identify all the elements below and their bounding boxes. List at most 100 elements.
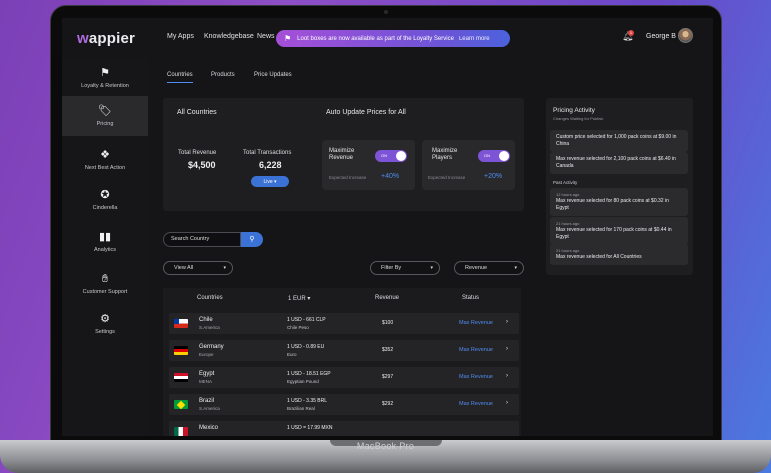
column-header-eur[interactable]: 1 EUR ▾ bbox=[288, 295, 310, 302]
column-header-status[interactable]: Status bbox=[462, 295, 479, 301]
pending-activity-item[interactable]: Custom price selected for 1,000 pack coi… bbox=[550, 130, 688, 152]
app-logo[interactable]: wappier bbox=[77, 30, 135, 47]
total-transactions-value: 6,228 bbox=[259, 160, 282, 170]
germany-flag-icon bbox=[174, 346, 188, 355]
maximize-players-toggle[interactable]: ON bbox=[478, 150, 510, 162]
currency-name: Egyptian Pound bbox=[287, 379, 319, 384]
sidebar-item-label: Pricing bbox=[96, 121, 114, 127]
chevron-right-icon[interactable]: › bbox=[506, 400, 508, 406]
exchange-rate: 1 USD - 18.51 EGP bbox=[287, 371, 331, 377]
status-link[interactable]: Max Revenue bbox=[459, 374, 493, 380]
network-icon: ❖ bbox=[100, 149, 110, 161]
country-name: Germany bbox=[199, 344, 224, 350]
chevron-down-icon: ▾ bbox=[430, 265, 433, 271]
table-row[interactable]: Egypt MENA 1 USD - 18.51 EGP Egyptian Po… bbox=[169, 367, 519, 388]
tab-countries[interactable]: Countries bbox=[167, 72, 193, 78]
auto-update-title: Auto Update Prices for All bbox=[326, 109, 406, 116]
past-activity-title: Past Activity bbox=[553, 180, 578, 185]
total-revenue-label: Total Revenue bbox=[178, 150, 217, 156]
active-tab-indicator bbox=[167, 82, 193, 83]
camera-dot bbox=[384, 10, 388, 14]
nav-my-apps[interactable]: My Apps bbox=[167, 33, 194, 40]
pending-activity-item[interactable]: Max revenue selected for 2,100 pack coin… bbox=[550, 152, 688, 174]
sidebar-item-label: Settings bbox=[95, 329, 115, 335]
sidebar-item-label: Analytics bbox=[93, 247, 116, 253]
country-region: MENA bbox=[199, 379, 213, 384]
avatar[interactable] bbox=[678, 28, 693, 43]
mexico-flag-icon bbox=[174, 427, 188, 436]
user-name[interactable]: George B bbox=[646, 33, 676, 40]
country-name: Mexico bbox=[199, 425, 219, 431]
gear-icon: ⚙︎ bbox=[100, 313, 110, 325]
column-header-countries[interactable]: Countries bbox=[197, 295, 223, 301]
activity-title: Pricing Activity bbox=[553, 107, 595, 114]
table-row[interactable]: Germany Europe 1 USD - 0.89 EU Euro $352… bbox=[169, 340, 519, 361]
maximize-revenue-toggle[interactable]: ON bbox=[375, 150, 407, 162]
sidebar-item-loyalty[interactable]: ⚑ Loyalty & Retention bbox=[62, 58, 148, 98]
exchange-rate: 1 USD - 0.89 EU bbox=[287, 344, 325, 350]
maximize-revenue-label: Maximize Revenue bbox=[329, 148, 355, 161]
sidebar-item-next-best-action[interactable]: ❖ Next Best Action bbox=[62, 140, 148, 180]
table-row[interactable]: Chile S.America 1 USD - 661 CLP Chile Pe… bbox=[169, 313, 519, 334]
tag-icon: 🏷︎ bbox=[98, 105, 112, 117]
chevron-right-icon[interactable]: › bbox=[506, 319, 508, 325]
revenue-value: $352 bbox=[382, 347, 394, 353]
status-link[interactable]: Max Revenue bbox=[459, 320, 493, 326]
filter-by-dropdown[interactable]: Filter By ▾ bbox=[370, 261, 440, 275]
currency-name: Chile Peso bbox=[287, 325, 309, 330]
sidebar-item-settings[interactable]: ⚙︎ Settings bbox=[62, 304, 148, 344]
past-activity-item[interactable]: 21 hours ago Max revenue selected for 17… bbox=[550, 217, 688, 245]
past-activity-item[interactable]: 12 hours ago Max revenue selected for 80… bbox=[550, 188, 688, 216]
summary-panel: All Countries Auto Update Prices for All… bbox=[163, 98, 524, 211]
currency-name: Brazilian Real bbox=[287, 406, 315, 411]
crown-icon: ✪ bbox=[100, 189, 110, 201]
total-revenue-value: $4,500 bbox=[188, 160, 216, 170]
currency-name: Euro bbox=[287, 352, 297, 357]
exchange-rate: 1 USD - 3.35 BRL bbox=[287, 398, 328, 404]
country-region: Europe bbox=[199, 352, 214, 357]
sidebar-item-label: Next Best Action bbox=[84, 165, 126, 171]
tab-products[interactable]: Products bbox=[211, 72, 235, 78]
tab-price-updates[interactable]: Price Updates bbox=[254, 72, 292, 78]
revenue-value: $297 bbox=[382, 374, 394, 380]
view-all-dropdown[interactable]: View All ▾ bbox=[163, 261, 233, 275]
expected-players-value: +20% bbox=[484, 173, 503, 180]
chile-flag-icon bbox=[174, 319, 188, 328]
sort-dropdown[interactable]: Revenue ▾ bbox=[454, 261, 524, 275]
expected-revenue-value: +40% bbox=[381, 173, 400, 180]
chevron-down-icon: ▾ bbox=[223, 265, 226, 271]
promo-banner[interactable]: ⚑ Loot boxes are now available as part o… bbox=[276, 30, 510, 47]
maximize-revenue-card: Maximize Revenue ON Expected Increase +4… bbox=[322, 140, 415, 190]
country-region: S.America bbox=[199, 406, 220, 411]
sidebar-item-label: Customer Support bbox=[82, 289, 128, 295]
past-activity-item[interactable]: 21 hours ago Max revenue selected for Al… bbox=[550, 244, 688, 265]
expected-increase-label: Expected Increase bbox=[428, 175, 466, 180]
revenue-value: $292 bbox=[382, 401, 394, 407]
sidebar-item-cinderella[interactable]: ✪ Cinderella bbox=[62, 180, 148, 220]
sidebar-item-customer-support[interactable]: ✋︎ Customer Support bbox=[62, 264, 148, 304]
search-icon[interactable]: ⚲ bbox=[241, 232, 263, 247]
top-bar: wappier My Apps Knowledgebase News ⚑ Loo… bbox=[62, 18, 713, 58]
country-name: Chile bbox=[199, 317, 213, 323]
table-row[interactable]: Mexico 1 USD = 17.99 MXN bbox=[169, 421, 519, 436]
flag-icon: ⚑ bbox=[284, 34, 292, 43]
nav-knowledgebase[interactable]: Knowledgebase bbox=[204, 33, 254, 40]
total-transactions-label: Total Transactions bbox=[243, 150, 292, 156]
app-screen: wappier My Apps Knowledgebase News ⚑ Loo… bbox=[62, 18, 713, 436]
sidebar-item-label: Loyalty & Retention bbox=[81, 83, 129, 89]
table-row[interactable]: Brazil S.America 1 USD - 3.35 BRL Brazil… bbox=[169, 394, 519, 415]
chevron-right-icon[interactable]: › bbox=[506, 373, 508, 379]
sidebar-item-pricing[interactable]: 🏷︎ Pricing bbox=[62, 96, 148, 136]
chevron-down-icon: ▾ bbox=[514, 265, 517, 271]
status-link[interactable]: Max Revenue bbox=[459, 347, 493, 353]
activity-subtitle: Changes Waiting for Publish bbox=[553, 116, 604, 121]
search-input[interactable]: Search Country bbox=[163, 232, 241, 247]
chevron-right-icon[interactable]: › bbox=[506, 346, 508, 352]
learn-more-link[interactable]: Learn more bbox=[459, 36, 490, 42]
nav-news[interactable]: News bbox=[257, 33, 275, 40]
egypt-flag-icon bbox=[174, 373, 188, 382]
column-header-revenue[interactable]: Revenue bbox=[375, 295, 399, 301]
live-button[interactable]: Live ▾ bbox=[251, 176, 289, 187]
sidebar-item-analytics[interactable]: ▮▮ Analytics bbox=[62, 222, 148, 262]
status-link[interactable]: Max Revenue bbox=[459, 401, 493, 407]
